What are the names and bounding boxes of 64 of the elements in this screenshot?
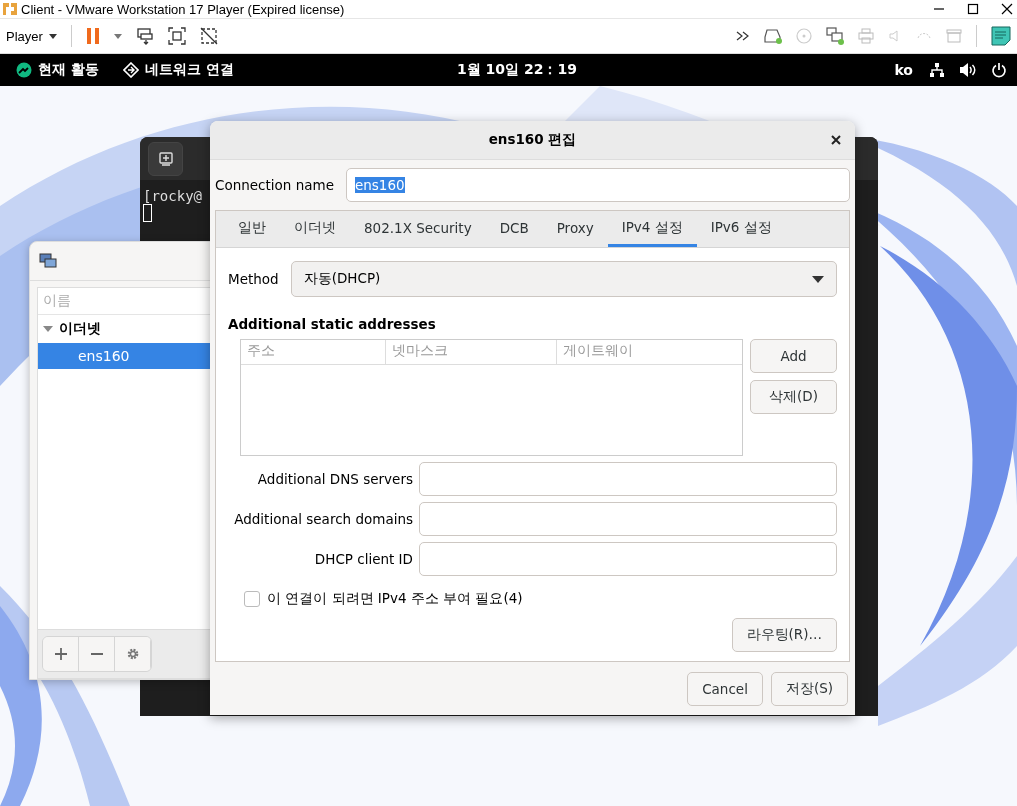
network-icon[interactable] [929,62,945,78]
logo-icon [16,62,32,78]
plus-icon [158,151,173,166]
input-source-button[interactable]: ko [892,60,915,80]
field-label: Method [228,271,279,287]
send-keys-icon[interactable] [135,27,154,45]
add-button[interactable] [43,637,79,671]
network-connections-icon [39,253,57,269]
column-header: 넷마스크 [386,340,557,364]
diamond-icon [122,62,139,78]
new-tab-button[interactable] [148,141,183,176]
section-heading: Additional static addresses [228,316,437,332]
input-field[interactable] [419,502,837,536]
tab[interactable]: 일반 [224,211,280,247]
activities-button[interactable]: 현재 활동 [14,59,101,81]
field-label: Additional search domains [234,511,413,527]
delete-button[interactable]: 삭제(D) [750,380,837,414]
checkbox[interactable] [244,591,260,607]
input-field[interactable] [419,462,837,496]
player-menu[interactable]: Player [6,26,57,46]
window-title: Client - VMware Workstation 17 Player (Expired license) [21,1,346,17]
caret-icon [812,275,824,283]
caret-icon [48,33,57,39]
close-icon[interactable] [1001,3,1013,15]
dialog-title: ens160 편집 [488,131,577,149]
connection-name-field[interactable]: ens160 [345,168,850,202]
clock[interactable]: 1월 10일 22：19 [455,59,579,81]
field-label: DHCP client ID [313,551,413,567]
pause-icon[interactable] [85,27,100,45]
tab[interactable]: IPv6 설정 [696,211,786,247]
app-menu-button[interactable]: 네트워크 연결 [120,59,236,81]
caret-icon[interactable] [113,33,122,39]
column-header: 주소 [241,340,386,364]
chevrons-icon[interactable] [736,31,750,41]
add-button[interactable]: Add [750,339,837,373]
close-icon[interactable] [831,135,841,145]
app-logo-icon [2,1,18,17]
settings-button[interactable] [115,637,151,671]
tab[interactable]: 802.1X Security [350,211,486,247]
cancel-button[interactable]: Cancel [687,672,763,706]
gear-icon [125,647,140,661]
power-icon[interactable] [991,62,1007,78]
routes-button[interactable]: 라우팅(R)… [731,618,837,652]
tab[interactable]: 이더넷 [280,211,350,247]
field-label: Connection name [215,177,334,193]
tab[interactable]: Proxy [542,211,608,247]
drive-icon[interactable] [764,28,782,44]
note-icon[interactable] [991,26,1011,46]
unity-icon[interactable] [199,27,218,45]
method-dropdown[interactable]: 자동(DHCP) [290,261,837,297]
checkbox-label: 이 연결이 되려면 IPv4 주소 부여 필요(4) [267,590,523,608]
terminal-cursor [143,204,152,222]
plus-icon [54,648,67,660]
fullscreen-icon[interactable] [167,27,186,45]
field-label: Additional DNS servers [256,471,413,487]
tab[interactable]: DCB [485,211,543,247]
network-adapter-icon[interactable] [826,27,844,45]
expander-icon [43,324,53,334]
column-header: 게이트웨이 [562,341,634,360]
maximize-icon[interactable] [967,3,979,15]
terminal-prompt: [rocky@ [143,188,202,204]
volume-icon[interactable] [959,62,977,78]
save-button[interactable]: 저장(S) [770,672,848,706]
input-field[interactable] [419,542,837,576]
